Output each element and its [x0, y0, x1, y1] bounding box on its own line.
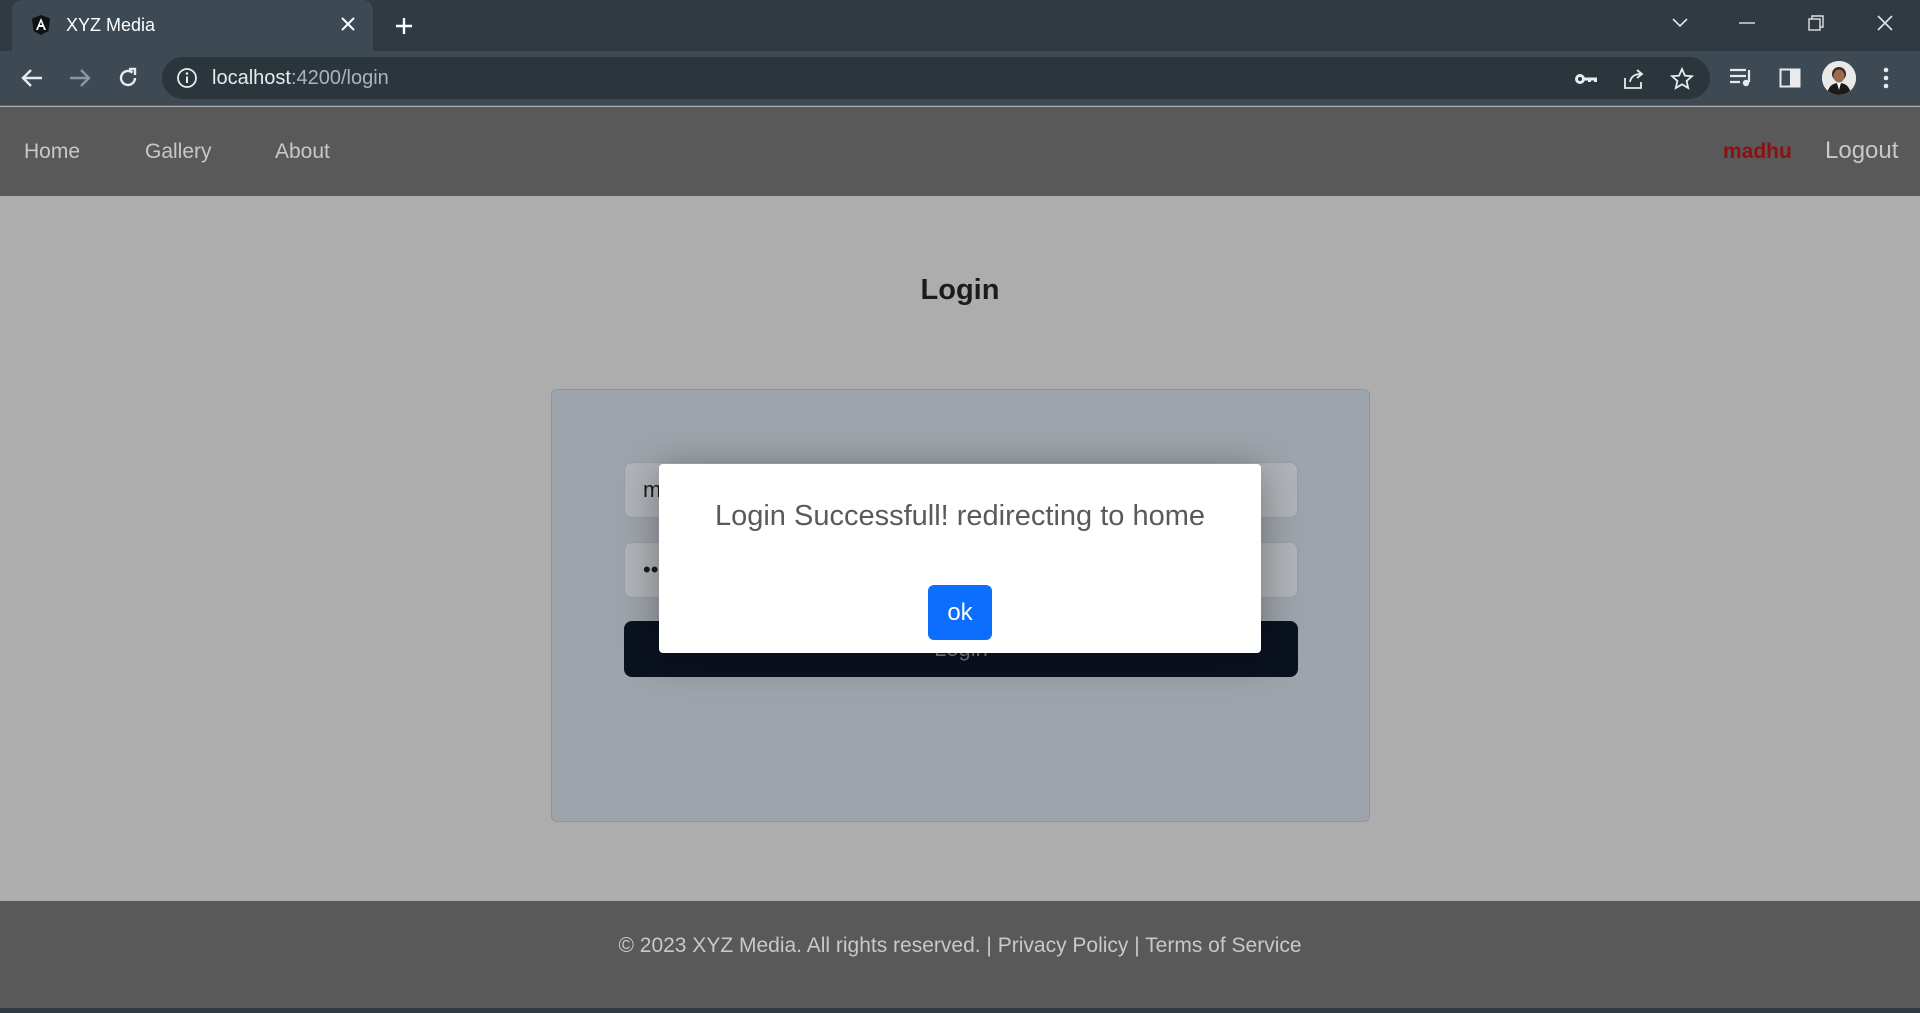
ok-button[interactable]: ok: [928, 585, 992, 640]
footer-separator: |: [980, 934, 998, 957]
browser-tab[interactable]: XYZ Media: [12, 0, 373, 51]
tab-title: XYZ Media: [66, 15, 156, 35]
page-title: Login: [920, 274, 1000, 306]
avatar[interactable]: [1822, 61, 1856, 95]
footer: © 2023 XYZ Media. All rights reserved. |…: [0, 901, 1920, 1008]
footer-separator: |: [1128, 934, 1146, 957]
success-dialog: Login Successfull! redirecting to home o…: [659, 464, 1261, 653]
url-path: :4200/login: [290, 67, 389, 89]
restore-icon[interactable]: [1796, 8, 1836, 38]
chevron-down-icon[interactable]: [1660, 8, 1700, 38]
terms-of-service-link[interactable]: Terms of Service: [1145, 934, 1301, 957]
nav-link-about[interactable]: About: [275, 140, 330, 164]
url-text[interactable]: localhost:4200/login: [212, 67, 389, 90]
app-navbar: Home Gallery About madhu Logout: [0, 107, 1920, 196]
browser-tabstrip: XYZ Media: [0, 0, 1920, 51]
angular-favicon-icon: [30, 14, 52, 36]
copyright-text: © 2023 XYZ Media. All rights reserved.: [618, 934, 981, 957]
nav-link-home[interactable]: Home: [24, 140, 80, 164]
key-icon[interactable]: [1573, 66, 1599, 92]
browser-toolbar: localhost:4200/login: [0, 51, 1920, 106]
media-icon[interactable]: [1725, 61, 1759, 95]
star-icon[interactable]: [1669, 66, 1695, 92]
info-icon[interactable]: [176, 67, 198, 89]
share-icon[interactable]: [1621, 66, 1647, 92]
window-bottom-edge: [0, 1008, 1920, 1013]
logout-link[interactable]: Logout: [1825, 137, 1898, 165]
back-icon[interactable]: [15, 61, 49, 95]
nav-username: madhu: [1723, 140, 1792, 163]
minimize-icon[interactable]: [1727, 8, 1767, 38]
dialog-message: Login Successfull! redirecting to home: [714, 500, 1206, 532]
address-bar[interactable]: localhost:4200/login: [162, 57, 1710, 99]
footer-text: © 2023 XYZ Media. All rights reserved. |…: [0, 934, 1920, 958]
menu-icon[interactable]: [1869, 61, 1903, 95]
plus-icon[interactable]: [390, 12, 418, 40]
reload-icon[interactable]: [111, 61, 145, 95]
url-host: localhost: [212, 67, 291, 89]
password-value: ••: [643, 557, 659, 582]
nav-link-gallery[interactable]: Gallery: [145, 140, 212, 164]
sidepanel-icon[interactable]: [1773, 61, 1807, 95]
close-icon[interactable]: [1865, 8, 1905, 38]
close-icon[interactable]: [336, 12, 360, 36]
privacy-policy-link[interactable]: Privacy Policy: [998, 934, 1129, 957]
forward-icon[interactable]: [63, 61, 97, 95]
